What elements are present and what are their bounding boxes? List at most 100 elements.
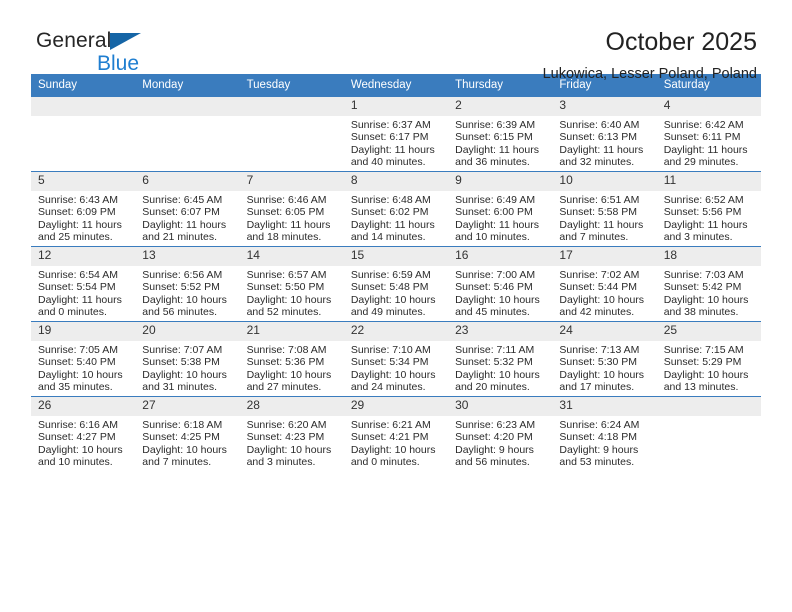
sunrise-time: Sunrise: 6:57 AM [246,269,327,281]
day-cell[interactable]: 12 Sunrise: 6:54 AM Sunset: 5:54 PM Dayligh… [31,246,136,322]
day-number: 21 [239,322,344,341]
day-cell[interactable]: 29 Sunrise: 6:21 AM Sunset: 4:21 PM Dayligh… [343,396,449,471]
day-cell[interactable]: 27 Sunrise: 6:18 AM Sunset: 4:25 PM Dayligh… [135,396,240,471]
day-details: Sunrise: 7:10 AM Sunset: 5:34 PM Daylight:… [344,341,448,394]
day-cell[interactable]: 8 Sunrise: 6:48 AM Sunset: 6:02 PM Daylight… [343,171,449,247]
daylight-duration-line2: and 14 minutes. [350,231,426,244]
day-cell[interactable]: 6 Sunrise: 6:45 AM Sunset: 6:07 PM Daylight… [135,171,240,247]
day-cell[interactable]: 23 Sunrise: 7:11 AM Sunset: 5:32 PM Dayligh… [448,321,553,397]
daylight-duration-line1: Daylight: 10 hours [559,293,645,306]
sunset-time: Sunset: 5:48 PM [350,281,429,294]
sunset-time: Sunset: 6:05 PM [246,206,325,219]
sunrise-time: Sunrise: 6:52 AM [663,194,744,206]
day-details: Sunrise: 6:48 AM Sunset: 6:02 PM Daylight:… [344,191,448,244]
day-cell[interactable]: 26 Sunrise: 6:16 AM Sunset: 4:27 PM Dayligh… [31,396,136,471]
daylight-duration-line1: Daylight: 10 hours [38,443,123,456]
location-subtitle: Lukowica, Lesser Poland, Poland [542,65,757,82]
day-cell[interactable]: 22 Sunrise: 7:10 AM Sunset: 5:34 PM Dayligh… [343,321,449,397]
sunrise-time: Sunrise: 6:46 AM [246,194,327,206]
day-cell[interactable]: 30 Sunrise: 6:23 AM Sunset: 4:20 PM Dayligh… [448,396,553,471]
day-cell[interactable]: 13 Sunrise: 6:56 AM Sunset: 5:52 PM Dayligh… [135,246,240,322]
day-number: 11 [656,172,761,191]
sunrise-time: Sunrise: 7:03 AM [663,269,744,281]
day-cell[interactable]: 24 Sunrise: 7:13 AM Sunset: 5:30 PM Dayligh… [552,321,657,397]
calendar-week-row: 26 Sunrise: 6:16 AM Sunset: 4:27 PM Dayligh… [31,396,761,471]
day-cell[interactable]: 18 Sunrise: 7:03 AM Sunset: 5:42 PM Dayligh… [656,246,761,322]
day-cell[interactable]: 5 Sunrise: 6:43 AM Sunset: 6:09 PM Daylight… [31,171,136,247]
day-cell[interactable]: 21 Sunrise: 7:08 AM Sunset: 5:36 PM Dayligh… [239,321,344,397]
sunrise-time: Sunrise: 6:21 AM [350,419,431,431]
day-details: Sunrise: 6:59 AM Sunset: 5:48 PM Daylight:… [344,266,448,319]
day-number: 31 [552,397,657,416]
day-number: 1 [343,97,449,116]
day-details: Sunrise: 6:49 AM Sunset: 6:00 PM Daylight:… [448,191,552,244]
sunrise-time: Sunrise: 6:49 AM [455,194,536,206]
day-number: 12 [31,247,136,266]
sunrise-time: Sunrise: 6:43 AM [38,194,118,206]
daylight-duration-line2: and 38 minutes. [663,306,739,319]
day-details: Sunrise: 6:24 AM Sunset: 4:18 PM Daylight:… [552,416,656,469]
day-cell[interactable]: 15 Sunrise: 6:59 AM Sunset: 5:48 PM Dayligh… [343,246,449,322]
day-cell[interactable]: 9 Sunrise: 6:49 AM Sunset: 6:00 PM Daylight… [448,171,553,247]
sunrise-time: Sunrise: 6:24 AM [559,419,640,431]
daylight-duration-line2: and 36 minutes. [455,156,530,169]
daylight-duration-line1: Daylight: 10 hours [246,293,332,306]
daylight-duration-line1: Daylight: 10 hours [350,293,436,306]
masthead: General Blue October 2025 Lukowica, Less… [31,0,761,82]
day-details: Sunrise: 7:11 AM Sunset: 5:32 PM Daylight:… [448,341,552,394]
day-cell[interactable]: 28 Sunrise: 6:20 AM Sunset: 4:23 PM Dayligh… [239,396,344,471]
day-details: Sunrise: 6:43 AM Sunset: 6:09 PM Daylight:… [31,191,135,244]
calendar-week-row: 12 Sunrise: 6:54 AM Sunset: 5:54 PM Dayligh… [31,246,761,322]
day-cell[interactable]: 19 Sunrise: 7:05 AM Sunset: 5:40 PM Dayligh… [31,321,136,397]
day-cell[interactable]: 3 Sunrise: 6:40 AM Sunset: 6:13 PM Daylight… [552,96,657,172]
day-cell[interactable]: 10 Sunrise: 6:51 AM Sunset: 5:58 PM Dayligh… [552,171,657,247]
sunrise-time: Sunrise: 6:20 AM [246,419,327,431]
sunset-time: Sunset: 4:18 PM [559,431,638,444]
day-cell[interactable]: 20 Sunrise: 7:07 AM Sunset: 5:38 PM Dayligh… [135,321,240,397]
day-number: 2 [448,97,553,116]
day-details: Sunrise: 7:13 AM Sunset: 5:30 PM Daylight:… [552,341,656,394]
daylight-duration-line2: and 17 minutes. [559,381,635,394]
sunrise-time: Sunrise: 7:11 AM [455,344,535,356]
day-cell[interactable]: 17 Sunrise: 7:02 AM Sunset: 5:44 PM Dayligh… [552,246,657,322]
day-cell-empty [135,96,240,172]
day-cell[interactable]: 1 Sunrise: 6:37 AM Sunset: 6:17 PM Daylight… [343,96,449,172]
day-number: 30 [448,397,553,416]
daylight-duration-line1: Daylight: 11 hours [559,143,644,156]
day-cell[interactable]: 11 Sunrise: 6:52 AM Sunset: 5:56 PM Dayligh… [656,171,761,247]
day-cell[interactable]: 7 Sunrise: 6:46 AM Sunset: 6:05 PM Daylight… [239,171,344,247]
sunset-time: Sunset: 5:50 PM [246,281,325,294]
sunrise-time: Sunrise: 6:48 AM [350,194,431,206]
general-blue-logo[interactable]: General Blue [36,30,266,78]
sunrise-time: Sunrise: 7:07 AM [142,344,223,356]
daylight-duration-line1: Daylight: 11 hours [663,143,748,156]
day-number: 10 [552,172,657,191]
sunset-time: Sunset: 4:21 PM [350,431,429,444]
day-cell[interactable]: 2 Sunrise: 6:39 AM Sunset: 6:15 PM Daylight… [448,96,553,172]
day-details: Sunrise: 6:51 AM Sunset: 5:58 PM Daylight:… [552,191,656,244]
day-cell[interactable]: 16 Sunrise: 7:00 AM Sunset: 5:46 PM Dayligh… [448,246,553,322]
day-details: Sunrise: 6:42 AM Sunset: 6:11 PM Daylight:… [657,116,761,169]
day-cell[interactable]: 25 Sunrise: 7:15 AM Sunset: 5:29 PM Dayligh… [656,321,761,397]
daylight-duration-line1: Daylight: 10 hours [246,443,332,456]
sunset-time: Sunset: 4:23 PM [246,431,325,444]
sunset-time: Sunset: 5:29 PM [663,356,742,369]
daylight-duration-line2: and 53 minutes. [559,456,635,469]
daylight-duration-line1: Daylight: 10 hours [246,368,332,381]
day-number: 16 [448,247,553,266]
daylight-duration-line1: Daylight: 11 hours [455,218,539,231]
day-details: Sunrise: 6:54 AM Sunset: 5:54 PM Daylight:… [31,266,135,319]
day-cell-empty [656,396,761,471]
day-cell[interactable]: 31 Sunrise: 6:24 AM Sunset: 4:18 PM Dayligh… [552,396,657,471]
day-number: 4 [656,97,761,116]
day-cell[interactable]: 14 Sunrise: 6:57 AM Sunset: 5:50 PM Dayligh… [239,246,344,322]
sunrise-time: Sunrise: 6:59 AM [350,269,431,281]
daylight-duration-line1: Daylight: 10 hours [455,368,540,381]
daylight-duration-line1: Daylight: 11 hours [350,143,435,156]
day-cell[interactable]: 4 Sunrise: 6:42 AM Sunset: 6:11 PM Daylight… [656,96,761,172]
day-number: 5 [31,172,136,191]
daylight-duration-line2: and 0 minutes. [38,306,107,319]
daylight-duration-line2: and 42 minutes. [559,306,635,319]
sunset-time: Sunset: 6:00 PM [455,206,533,219]
day-details: Sunrise: 6:52 AM Sunset: 5:56 PM Daylight:… [657,191,761,244]
